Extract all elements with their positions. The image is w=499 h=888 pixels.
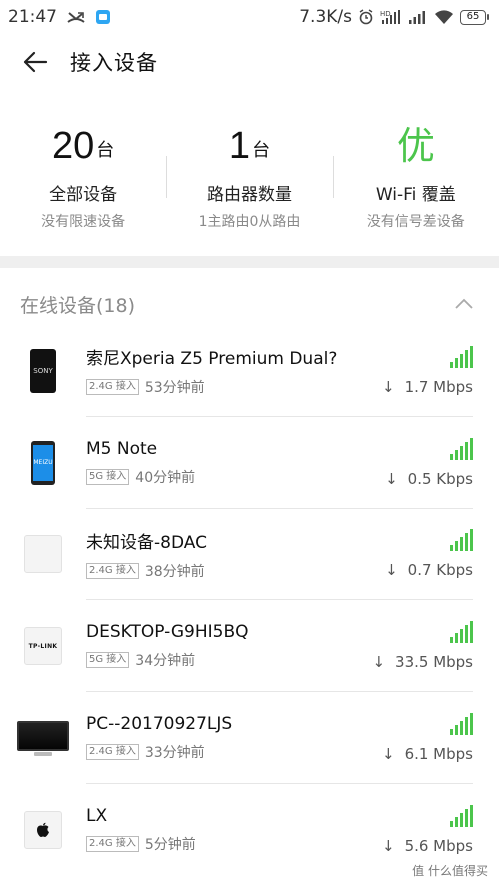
collapse-button[interactable] (449, 289, 479, 319)
device-speed: 5.6 Mbps (404, 836, 473, 855)
band-badge: 5G 接入 (86, 652, 130, 669)
download-arrow-icon: ↓ (381, 836, 395, 855)
missed-call-icon (67, 10, 85, 24)
signal-strength-icon (450, 713, 473, 736)
device-name: PC--20170927LJS (86, 714, 233, 735)
band-badge: 2.4G 接入 (86, 562, 139, 579)
online-devices-title: 在线设备(18) (20, 294, 136, 317)
back-button[interactable] (0, 34, 70, 90)
device-name: LX (86, 805, 108, 826)
all-devices-count: 20 (52, 125, 95, 167)
signal-strength-icon (450, 437, 473, 460)
download-arrow-icon: ↓ (381, 377, 395, 396)
back-arrow-icon (23, 51, 48, 73)
connect-time: 33分钟前 (144, 745, 205, 762)
cell-signal-icon (408, 9, 428, 25)
download-arrow-icon: ↓ (385, 561, 398, 580)
band-badge: 2.4G 接入 (86, 379, 139, 396)
notification-app-icon (95, 9, 111, 25)
router-count: 1 (228, 125, 251, 167)
device-name: DESKTOP-G9HI5BQ (86, 622, 249, 643)
wifi-icon (434, 9, 454, 25)
stat-all-devices[interactable]: 20 台 全部设备 没有限速设备 (0, 110, 166, 240)
meizu-phone-icon: MEIZU (31, 440, 55, 485)
status-bar: 21:47 7.3K/s HD 65 (0, 0, 499, 34)
signal-strength-icon (450, 621, 473, 644)
download-arrow-icon: ↓ (385, 469, 398, 488)
stat-routers[interactable]: 1 台 路由器数量 1主路由0从路由 (166, 110, 332, 240)
page-title: 接入设备 (70, 51, 158, 75)
stat-wifi-coverage[interactable]: 优 Wi-Fi 覆盖 没有信号差设备 (332, 110, 499, 240)
hd-signal-icon: HD (380, 9, 402, 25)
chevron-up-icon (455, 298, 473, 309)
band-badge: 5G 接入 (86, 468, 130, 485)
device-row[interactable]: MEIZU M5 Note 5G 接入 40分钟前 ↓ 0.5 Kbps (0, 417, 499, 509)
sony-phone-icon: SONY (30, 348, 56, 393)
band-badge: 2.4G 接入 (86, 744, 139, 761)
device-row[interactable]: PC--20170927LJS 2.4G 接入 33分钟前 ↓ 6.1 Mbps (0, 692, 499, 784)
router-sub: 1主路由0从路由 (198, 214, 301, 230)
alarm-icon (358, 9, 374, 25)
device-name: 未知设备-8DAC (86, 532, 207, 553)
download-arrow-icon: ↓ (381, 745, 395, 764)
apple-icon (24, 810, 62, 849)
summary-panel: 20 台 全部设备 没有限速设备 1 台 路由器数量 1主路由0从路由 优 Wi… (0, 110, 499, 240)
tplink-icon: TP-LINK (24, 627, 62, 666)
router-unit: 台 (252, 140, 271, 161)
device-name: 索尼Xperia Z5 Premium Dual? (86, 349, 338, 370)
device-row[interactable]: SONY 索尼Xperia Z5 Premium Dual? 2.4G 接入 5… (0, 325, 499, 417)
status-time: 21:47 (8, 7, 57, 27)
all-devices-unit: 台 (96, 140, 115, 161)
device-speed: 6.1 Mbps (404, 745, 473, 764)
app-bar: 接入设备 (0, 34, 499, 90)
device-speed: 0.7 Kbps (407, 561, 473, 580)
device-list: SONY 索尼Xperia Z5 Premium Dual? 2.4G 接入 5… (0, 325, 499, 876)
band-badge: 2.4G 接入 (86, 835, 139, 852)
signal-strength-icon (450, 804, 473, 827)
connect-time: 53分钟前 (144, 380, 205, 397)
signal-strength-icon (450, 529, 473, 552)
router-label: 路由器数量 (206, 185, 292, 205)
monitor-icon (17, 720, 69, 756)
connect-time: 40分钟前 (135, 469, 196, 486)
wifi-coverage-sub: 没有信号差设备 (366, 214, 465, 230)
battery-level: 65 (460, 9, 486, 25)
wifi-coverage-grade: 优 (396, 124, 435, 168)
connect-time: 5分钟前 (144, 836, 196, 853)
battery-icon: 65 (460, 9, 489, 25)
net-speed: 7.3K/s (299, 7, 352, 27)
signal-strength-icon (450, 345, 473, 368)
device-speed: 33.5 Mbps (395, 653, 473, 672)
device-speed: 0.5 Kbps (407, 469, 473, 488)
watermark: 值 什么值得买 (409, 861, 491, 880)
all-devices-label: 全部设备 (49, 185, 118, 205)
unknown-device-icon (24, 535, 62, 574)
device-row[interactable]: TP-LINK DESKTOP-G9HI5BQ 5G 接入 34分钟前 ↓ 33.… (0, 600, 499, 692)
svg-text:HD: HD (380, 10, 391, 18)
device-row[interactable]: 未知设备-8DAC 2.4G 接入 38分钟前 ↓ 0.7 Kbps (0, 509, 499, 601)
all-devices-sub: 没有限速设备 (41, 214, 126, 230)
device-name: M5 Note (86, 438, 158, 459)
connect-time: 34分钟前 (135, 653, 196, 670)
connect-time: 38分钟前 (144, 563, 205, 580)
device-speed: 1.7 Mbps (404, 377, 473, 396)
wifi-coverage-label: Wi-Fi 覆盖 (375, 185, 456, 205)
section-divider (0, 256, 499, 268)
download-arrow-icon: ↓ (372, 653, 386, 672)
